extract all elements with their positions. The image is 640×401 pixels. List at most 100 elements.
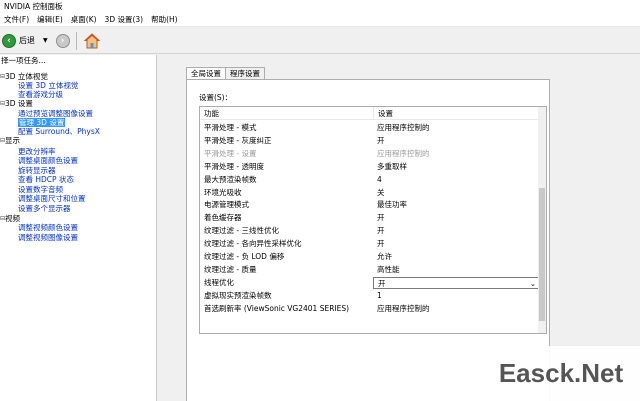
table-row[interactable]: 纹理过滤 - 负 LOD 偏移 允许: [200, 251, 540, 263]
tree-task-link[interactable]: 配置 Surround、PhysX: [18, 127, 100, 137]
window-title: NVIDIA 控制面板: [4, 2, 63, 11]
tree-item-label: 3D 立体视觉: [5, 72, 48, 81]
setting-cell[interactable]: 高性能: [373, 264, 540, 276]
tree-task-link[interactable]: 查看 HDCP 状态: [18, 175, 74, 185]
tree-item-label: 通过预览调整图像设置: [18, 109, 93, 118]
tab-program-settings[interactable]: 程序设置: [225, 67, 265, 79]
feature-cell: 平滑处理 - 灰度纠正: [204, 135, 272, 145]
back-button-label[interactable]: 后退: [19, 35, 35, 46]
forward-arrow-icon[interactable]: ›: [55, 33, 70, 48]
table-row[interactable]: 纹理过滤 - 质量 高性能: [200, 264, 540, 276]
setting-value: 1: [377, 290, 382, 300]
tree-item-label: 更改分辨率: [18, 147, 56, 156]
table-row[interactable]: 平滑处理 - 模式 应用程序控制的: [200, 122, 540, 134]
table-row[interactable]: 电源管理模式 最佳功率: [200, 199, 540, 211]
menu-file[interactable]: 文件(F): [0, 14, 33, 25]
setting-value: 开: [378, 278, 386, 288]
grid-scrollbar-thumb[interactable]: [539, 188, 545, 321]
menu-help[interactable]: 帮助(H): [147, 14, 182, 25]
settings-grid[interactable]: 功能 设置 平滑处理 - 模式 应用程序控制的 平滑处理 - 灰度纠正开平滑处理 -…: [199, 106, 547, 334]
menu-3d-settings[interactable]: 3D 设置(3): [101, 14, 148, 25]
header-setting[interactable]: 设置: [373, 107, 540, 119]
setting-cell[interactable]: 开: [373, 238, 540, 250]
setting-cell[interactable]: 应用程序控制的: [373, 303, 540, 315]
table-row[interactable]: 着色缓存器 开: [200, 212, 540, 224]
setting-value: 开: [377, 213, 385, 223]
setting-value: 应用程序控制的: [377, 303, 430, 313]
setting-cell[interactable]: 应用程序控制的: [373, 122, 540, 134]
tree-category[interactable]: ⊟ 3D 设置: [0, 99, 33, 109]
setting-value: 关: [377, 187, 385, 197]
table-row[interactable]: 平滑处理 - 设置 应用程序控制的: [200, 148, 540, 160]
tree-item-label: 调整视频颜色设置: [18, 223, 78, 232]
chevron-down-icon[interactable]: ▼: [43, 37, 48, 44]
back-arrow-icon[interactable]: ‹: [2, 33, 16, 48]
task-panel-header: 择一项任务...: [1, 56, 46, 65]
table-row[interactable]: 线程优化 开 ⌄: [200, 276, 540, 289]
tree-task-link[interactable]: 调整视频图像设置: [18, 233, 78, 243]
setting-cell[interactable]: 多重取样: [373, 161, 540, 173]
tree-item-label: 视频: [5, 214, 20, 223]
tree-item-label: 查看游戏分级: [18, 90, 63, 99]
tree-item-label: 调整桌面尺寸和位置: [18, 194, 86, 203]
tree-task-link[interactable]: 设置多个显示器: [18, 204, 71, 214]
feature-cell: 线程优化: [204, 277, 234, 287]
setting-value: 允许: [377, 252, 392, 261]
setting-cell[interactable]: 关: [373, 187, 540, 199]
feature-cell: 平滑处理 - 模式: [204, 123, 257, 132]
table-row[interactable]: 环境光吸收 关: [200, 187, 540, 199]
setting-cell[interactable]: 应用程序控制的: [373, 148, 540, 160]
tree-item-label: 旋转显示器: [18, 166, 56, 175]
setting-cell[interactable]: 开: [373, 212, 540, 224]
menu-edit[interactable]: 编辑(E): [33, 14, 67, 25]
table-row[interactable]: 最大预渲染帧数 4: [200, 174, 540, 186]
tree-task-link[interactable]: 调整视频颜色设置: [18, 223, 78, 233]
tree-task-link[interactable]: 调整桌面尺寸和位置: [18, 194, 86, 204]
setting-cell[interactable]: 开: [373, 225, 540, 237]
grid-header: 功能 设置: [200, 107, 540, 120]
watermark: Easck.Net: [482, 346, 640, 401]
tree-item-label: 调整视频图像设置: [18, 233, 78, 242]
tree-item-label: 设置数字音频: [18, 185, 63, 194]
table-row[interactable]: 首选刷新率 (ViewSonic VG2401 SERIES) 应用程序控制的: [200, 303, 540, 315]
setting-cell[interactable]: 最佳功率: [373, 199, 540, 211]
tree-item-label: 配置 Surround、PhysX: [18, 127, 100, 136]
feature-cell: 环境光吸收: [204, 187, 242, 197]
tree-item-label: 查看 HDCP 状态: [18, 175, 74, 184]
setting-dropdown[interactable]: 开 ⌄: [373, 276, 540, 289]
task-panel: 择一项任务... ⊟ 3D 立体视觉 设置 3D 立体视觉 查看游戏分级 ⊟ 3D 设置通…: [0, 55, 157, 401]
tree-item-label: 3D 设置: [5, 99, 33, 108]
feature-cell: 最大预渲染帧数: [204, 174, 257, 184]
setting-value: 最佳功率: [377, 200, 407, 210]
table-row[interactable]: 纹理过滤 - 三线性优化 开: [200, 225, 540, 237]
setting-value: 4: [377, 174, 382, 184]
home-icon[interactable]: [83, 32, 101, 50]
title-bar: NVIDIA 控制面板: [0, 0, 640, 13]
tree-category[interactable]: ⊟ 显示: [0, 136, 20, 146]
table-row[interactable]: 虚拟现实预渲染帧数 1: [200, 290, 540, 302]
toolbar: ‹ 后退 ▼ ›: [0, 28, 640, 54]
tree-task-link[interactable]: 调整桌面颜色设置: [18, 156, 78, 166]
menu-desktop[interactable]: 桌面(K): [67, 14, 101, 25]
table-row[interactable]: 平滑处理 - 透明度 多重取样: [200, 161, 540, 173]
table-row[interactable]: 平滑处理 - 灰度纠正 开: [200, 135, 540, 147]
setting-value: 开: [377, 239, 385, 249]
setting-value: 高性能: [377, 264, 400, 274]
menu-bar: 文件(F) 编辑(E) 桌面(K) 3D 设置(3) 帮助(H): [0, 13, 640, 27]
header-feature[interactable]: 功能: [200, 107, 373, 119]
collapse-icon[interactable]: ⊟: [0, 136, 5, 146]
collapse-icon[interactable]: ⊟: [0, 72, 5, 82]
setting-cell[interactable]: 4: [373, 174, 540, 186]
setting-value: 应用程序控制的: [377, 123, 430, 132]
collapse-icon[interactable]: ⊟: [0, 99, 5, 109]
collapse-icon[interactable]: ⊟: [0, 214, 5, 224]
feature-cell: 首选刷新率 (ViewSonic VG2401 SERIES): [204, 303, 350, 313]
feature-cell: 平滑处理 - 透明度: [204, 161, 264, 171]
setting-cell[interactable]: 1: [373, 290, 540, 302]
grid-scrollbar[interactable]: [538, 107, 546, 333]
feature-cell: 着色缓存器: [204, 213, 242, 223]
setting-cell[interactable]: 允许: [373, 251, 540, 263]
feature-cell: 虚拟现实预渲染帧数: [204, 290, 272, 300]
setting-cell[interactable]: 开: [373, 135, 540, 147]
table-row[interactable]: 纹理过滤 - 各向异性采样优化 开: [200, 238, 540, 250]
